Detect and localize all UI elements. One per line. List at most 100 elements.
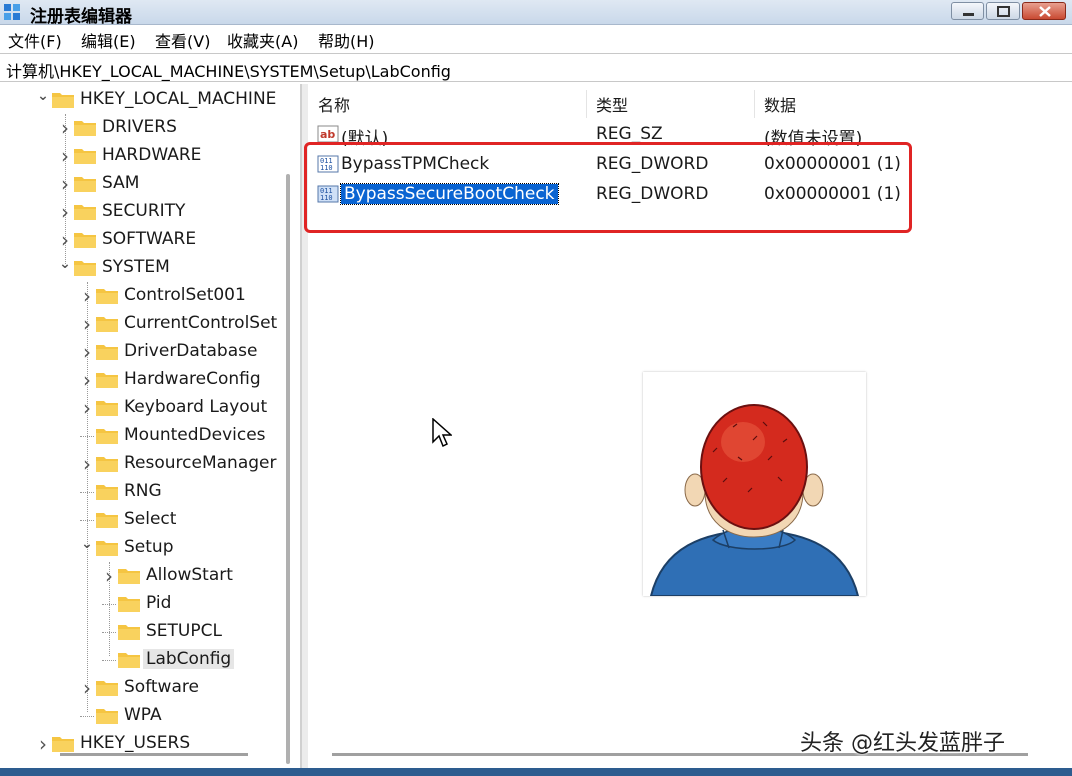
folder-icon	[96, 373, 118, 388]
address-bar[interactable]: 计算机\HKEY_LOCAL_MACHINE\SYSTEM\Setup\LabC…	[0, 53, 1072, 82]
window-bottom-edge	[0, 768, 1072, 776]
menu-help[interactable]: 帮助(H)	[318, 28, 375, 52]
folder-icon	[74, 233, 96, 248]
chevron-right-icon[interactable]: ›	[58, 202, 72, 222]
folder-icon	[74, 121, 96, 136]
folder-icon	[52, 93, 74, 108]
tree-node-label: CurrentControlSet	[124, 313, 278, 333]
tree-node-label: Keyboard Layout	[124, 397, 268, 417]
folder-icon	[96, 317, 118, 332]
tree-node-label: SYSTEM	[102, 257, 170, 277]
close-button[interactable]	[1022, 2, 1066, 20]
tree-leaf-connector	[102, 622, 116, 633]
tree-node-label: ControlSet001	[124, 285, 246, 305]
watermark-text: 头条 @红头发蓝胖子	[800, 731, 1005, 756]
folder-icon	[96, 429, 118, 444]
folder-icon	[96, 401, 118, 416]
tree-leaf-connector	[80, 482, 94, 493]
tree-node-label: Select	[124, 509, 177, 529]
chevron-right-icon[interactable]: ›	[80, 370, 94, 390]
chevron-right-icon[interactable]: ›	[80, 286, 94, 306]
folder-icon	[96, 513, 118, 528]
tree-node-label: Setup	[124, 537, 174, 557]
minimize-icon	[963, 13, 974, 16]
column-header-data[interactable]: 数据	[764, 92, 796, 116]
chevron-right-icon[interactable]: ›	[80, 398, 94, 418]
tree-node-label: ResourceManager	[124, 453, 277, 473]
window-title: 注册表编辑器	[30, 7, 132, 27]
folder-icon	[96, 345, 118, 360]
tree-leaf-connector	[80, 510, 94, 521]
chevron-down-icon[interactable]: ⌄	[36, 86, 50, 106]
menu-favorites[interactable]: 收藏夹(A)	[227, 28, 298, 52]
chevron-down-icon[interactable]: ⌄	[58, 254, 72, 274]
tree-node-label: SETUPCL	[146, 621, 222, 641]
avatar	[643, 372, 866, 597]
key-tree: ⌄ HKEY_LOCAL_MACHINE › DRIVERS › HARDWARE › SAM…	[0, 84, 302, 776]
tree-node-label: WPA	[124, 705, 162, 725]
chevron-right-icon[interactable]: ›	[58, 230, 72, 250]
tree-node-label: DriverDatabase	[124, 341, 258, 361]
menu-file[interactable]: 文件(F)	[8, 28, 62, 52]
chevron-right-icon[interactable]: ›	[80, 342, 94, 362]
mouse-cursor-icon	[432, 418, 452, 448]
folder-icon	[96, 709, 118, 724]
address-path: 计算机\HKEY_LOCAL_MACHINE\SYSTEM\Setup\LabC…	[6, 62, 451, 81]
menu-view[interactable]: 查看(V)	[155, 28, 210, 52]
tree-node-label: DRIVERS	[102, 117, 177, 137]
tree-node-label: RNG	[124, 481, 162, 501]
folder-icon	[74, 261, 96, 276]
tree-node-label: AllowStart	[146, 565, 233, 585]
chevron-right-icon[interactable]: ›	[58, 174, 72, 194]
folder-icon	[96, 681, 118, 696]
tree-node-label: SAM	[102, 173, 140, 193]
folder-icon	[74, 149, 96, 164]
tree-leaf-connector	[102, 594, 116, 605]
tree-node-label: HKEY_USERS	[80, 733, 191, 753]
column-separator[interactable]	[586, 90, 587, 118]
chevron-down-icon[interactable]: ⌄	[80, 534, 94, 554]
chevron-right-icon[interactable]: ›	[102, 566, 116, 586]
chevron-right-icon[interactable]: ›	[36, 734, 50, 754]
tree-node-label: HardwareConfig	[124, 369, 261, 389]
folder-icon	[118, 569, 140, 584]
maximize-icon	[997, 6, 1010, 17]
string-value-icon: ab	[317, 125, 339, 143]
tree-node-label: SECURITY	[102, 201, 186, 221]
menu-edit[interactable]: 编辑(E)	[81, 28, 136, 52]
tree-node-label: HKEY_LOCAL_MACHINE	[80, 89, 277, 109]
tree-horizontal-scrollbar[interactable]	[60, 753, 248, 756]
chevron-right-icon[interactable]: ›	[80, 314, 94, 334]
tree-leaf-connector	[80, 706, 94, 717]
svg-text:ab: ab	[320, 128, 335, 141]
tree-vertical-scrollbar[interactable]	[286, 174, 290, 764]
chevron-right-icon[interactable]: ›	[58, 146, 72, 166]
chevron-right-icon[interactable]: ›	[80, 454, 94, 474]
title-bar: 注册表编辑器	[0, 0, 1072, 27]
chevron-right-icon[interactable]: ›	[58, 118, 72, 138]
chevron-right-icon[interactable]: ›	[80, 678, 94, 698]
tree-node-label: MountedDevices	[124, 425, 266, 445]
tree-node-label: SOFTWARE	[102, 229, 197, 249]
folder-icon	[74, 177, 96, 192]
maximize-button[interactable]	[986, 2, 1020, 20]
folder-icon	[52, 737, 74, 752]
tree-leaf-connector	[80, 426, 94, 437]
folder-icon	[118, 653, 140, 668]
tree-node-label: Software	[124, 677, 199, 697]
minimize-button[interactable]	[951, 2, 984, 20]
column-header-type[interactable]: 类型	[596, 92, 628, 116]
highlight-box	[304, 142, 912, 233]
folder-icon	[118, 625, 140, 640]
column-header-name[interactable]: 名称	[318, 92, 350, 116]
tree-leaf-connector	[102, 650, 116, 661]
folder-icon	[96, 541, 118, 556]
tree-node-label: HARDWARE	[102, 145, 202, 165]
tree-node-label: LabConfig	[143, 649, 235, 669]
folder-icon	[118, 597, 140, 612]
folder-icon	[74, 205, 96, 220]
close-icon	[1039, 6, 1051, 17]
column-separator[interactable]	[754, 90, 755, 118]
value-type: REG_SZ	[596, 124, 663, 144]
folder-icon	[96, 457, 118, 472]
